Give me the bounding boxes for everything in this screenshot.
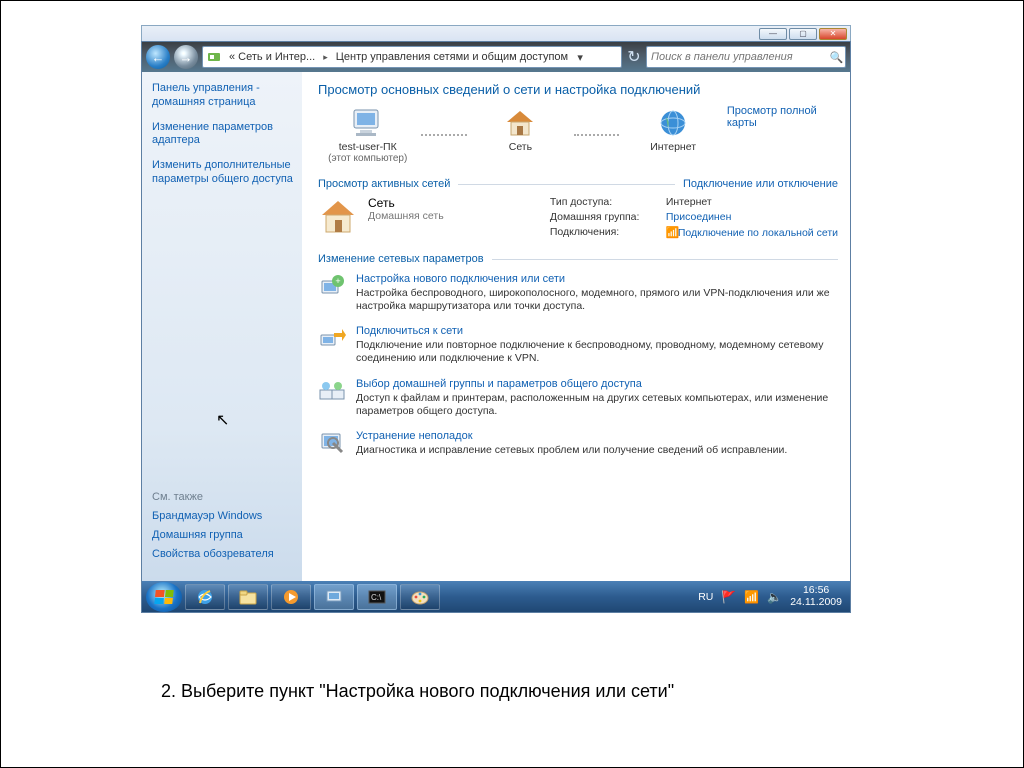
breadcrumb[interactable]: « Сеть и Интер... ▸ Центр управления сет… [202,46,622,68]
prop-val-connection[interactable]: Подключение по локальной сети [678,227,838,239]
sidebar-also-homegroup[interactable]: Домашняя группа [152,529,294,541]
map-node-internet[interactable]: Интернет [623,105,722,164]
change-settings-header: Изменение сетевых параметров [318,253,838,265]
option-connect-network[interactable]: Подключиться к сети Подключение или повт… [318,325,838,365]
breadcrumb-sep: ▸ [319,52,332,63]
start-button[interactable] [146,582,182,612]
option-title[interactable]: Настройка нового подключения или сети [356,273,838,285]
map-node1-label: test-user-ПК [339,141,397,153]
back-button[interactable]: ← [146,45,170,69]
option-new-connection[interactable]: + Настройка нового подключения или сети … [318,273,838,313]
system-tray: RU 🚩 📶 🔈 16:56 24.11.2009 [698,585,846,608]
svg-text:C:\: C:\ [371,593,382,602]
window-body: ← → « Сеть и Интер... ▸ Центр управления… [141,41,851,613]
network-type[interactable]: Домашняя сеть [368,210,444,222]
sidebar: Панель управления - домашняя страница Из… [142,72,302,581]
taskbar-paint[interactable] [400,584,440,610]
map-connector [421,134,466,136]
svg-text:+: + [335,276,340,286]
troubleshoot-icon [318,430,346,458]
search-input[interactable] [647,51,829,63]
tray-volume-icon[interactable]: 🔈 [767,590,782,604]
prop-key-connection: Подключения: [550,226,660,239]
active-networks-header: Просмотр активных сетей Подключение или … [318,178,838,190]
clock-time: 16:56 [790,585,842,597]
minimize-button[interactable]: — [759,28,787,40]
close-button[interactable]: ✕ [819,28,847,40]
maximize-button[interactable]: ▢ [789,28,817,40]
breadcrumb-dropdown[interactable]: ▾ [572,51,588,64]
titlebar: — ▢ ✕ [141,25,851,41]
globe-icon [655,105,691,141]
sidebar-also-firewall[interactable]: Брандмауэр Windows [152,510,294,522]
address-bar: ← → « Сеть и Интер... ▸ Центр управления… [142,42,850,72]
option-homegroup-sharing[interactable]: Выбор домашней группы и параметров общег… [318,378,838,418]
option-desc: Подключение или повторное подключение к … [356,339,838,365]
refresh-icon[interactable]: ↻ [626,47,642,67]
active-network-row: Сеть Домашняя сеть Тип доступа: Интернет… [318,196,838,239]
house-icon [502,105,538,141]
network-map: test-user-ПК (этот компьютер) Сеть [318,105,838,164]
option-title[interactable]: Устранение неполадок [356,430,787,442]
breadcrumb-icon [203,50,225,64]
new-connection-icon: + [318,273,346,301]
lang-indicator[interactable]: RU [698,591,713,603]
computer-icon [350,105,386,141]
clock-date: 24.11.2009 [790,597,842,609]
cursor-icon: ↖ [216,410,229,430]
network-properties: Тип доступа: Интернет Домашняя группа: П… [550,196,838,239]
network-name[interactable]: Сеть [368,196,444,210]
option-troubleshoot[interactable]: Устранение неполадок Диагностика и испра… [318,430,838,458]
taskbar-explorer[interactable] [228,584,268,610]
prop-val-homegroup[interactable]: Присоединен [666,211,732,223]
taskbar-cmd[interactable]: C:\ [357,584,397,610]
page-title: Просмотр основных сведений о сети и наст… [318,82,838,97]
breadcrumb-crumb-2[interactable]: Центр управления сетями и общим доступом [332,51,572,63]
map-node-this-pc[interactable]: test-user-ПК (этот компьютер) [318,105,417,164]
search-icon[interactable]: 🔍 [829,51,845,64]
option-desc: Доступ к файлам и принтерам, расположенн… [356,392,838,418]
sidebar-link-home[interactable]: Панель управления - домашняя страница [152,82,294,110]
lan-icon: 📶 [666,226,678,239]
tray-network-icon[interactable]: 📶 [744,590,759,604]
active-networks-label: Просмотр активных сетей [318,178,450,190]
search-box[interactable]: 🔍 [646,46,846,68]
option-desc: Настройка беспроводного, широкополосного… [356,287,838,313]
main-content: Просмотр основных сведений о сети и наст… [302,72,850,581]
map-node2-label: Сеть [509,141,532,153]
map-node3-label: Интернет [650,141,696,153]
homegroup-icon [318,378,346,406]
windows-logo-icon [154,590,173,604]
network-house-icon [318,196,358,236]
sidebar-link-advanced-sharing[interactable]: Изменить дополнительные параметры общего… [152,159,294,187]
clock[interactable]: 16:56 24.11.2009 [790,585,846,608]
option-desc: Диагностика и исправление сетевых пробле… [356,444,787,457]
sidebar-link-adapter[interactable]: Изменение параметров адаптера [152,121,294,149]
taskbar: C:\ RU 🚩 📶 🔈 16:56 24.11.2009 [142,581,850,612]
taskbar-ie[interactable] [185,584,225,610]
connect-network-icon [318,325,346,353]
slide-instruction: 2. Выберите пункт "Настройка нового подк… [161,681,674,702]
tray-flag-icon[interactable]: 🚩 [721,590,736,604]
map-node-network[interactable]: Сеть [471,105,570,164]
map-connector [574,134,619,136]
window-frame: — ▢ ✕ ← → « Сеть и Интер... ▸ Центр упра… [141,25,851,613]
prop-key-homegroup: Домашняя группа: [550,211,660,223]
option-title[interactable]: Выбор домашней группы и параметров общег… [356,378,838,390]
forward-button[interactable]: → [174,45,198,69]
map-node1-sub: (этот компьютер) [328,153,407,164]
sidebar-also-header: См. также [152,491,294,503]
option-title[interactable]: Подключиться к сети [356,325,838,337]
taskbar-media-player[interactable] [271,584,311,610]
prop-key-access: Тип доступа: [550,196,660,208]
taskbar-control-panel[interactable] [314,584,354,610]
breadcrumb-crumb-1[interactable]: « Сеть и Интер... [225,51,319,63]
prop-val-access: Интернет [666,196,838,208]
change-settings-label: Изменение сетевых параметров [318,253,484,265]
full-map-link[interactable]: Просмотр полной карты [727,105,838,129]
sidebar-also-ie-options[interactable]: Свойства обозревателя [152,548,294,560]
connect-disconnect-link[interactable]: Подключение или отключение [683,178,838,190]
